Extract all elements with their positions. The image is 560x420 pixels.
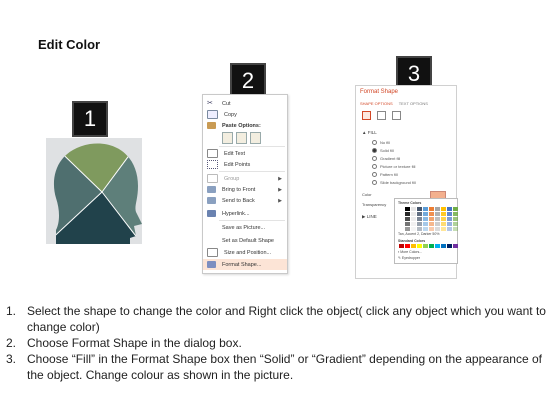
palette-tooltip: Tan, Accent 2, Darker 50% [398,232,440,236]
size-properties-icon[interactable] [392,111,401,120]
menu-item-send-to-back[interactable]: Send to Back ▶ [203,195,287,206]
fill-section-header[interactable]: ▲ FILL [362,130,377,135]
more-colors-item[interactable]: ▪ More Colors... [398,250,422,254]
radio-slide-background-fill[interactable]: Slide background fill [372,180,416,185]
instruction-step-3: 3. Choose “Fill” in the Format Shape box … [6,352,542,382]
size-icon [207,248,218,257]
theme-color-row[interactable] [399,212,458,216]
send-back-icon [207,197,216,204]
edit-points-icon [207,160,218,169]
radio-gradient-fill[interactable]: Gradient fill [372,156,400,161]
copy-icon [207,110,218,119]
format-shape-icon [207,261,216,268]
format-category-icons [362,111,401,120]
paste-option-buttons[interactable] [222,132,261,144]
menu-item-edit-points[interactable]: Edit Points [203,159,287,170]
submenu-arrow-icon: ▶ [278,186,282,193]
head-shape-panel[interactable] [46,138,143,245]
menu-item-hyperlink[interactable]: Hyperlink... [203,208,287,219]
context-menu: ✂ Cut Copy Paste Options: Edit Text Edit… [202,94,288,274]
menu-item-size-position[interactable]: Size and Position... [203,247,287,258]
format-pane-title: Format Shape [360,89,399,95]
menu-item-format-shape[interactable]: Format Shape... [203,259,287,270]
radio-pattern-fill[interactable]: Pattern fill [372,172,398,177]
hyperlink-icon [207,210,216,217]
fill-line-icon[interactable] [362,111,371,120]
scissors-icon: ✂ [207,100,213,107]
menu-item-set-default-shape[interactable]: Set as Default Shape [203,235,287,246]
theme-color-row[interactable] [399,222,458,226]
standard-colors-label: Standard Colors [398,239,426,243]
line-section-header[interactable]: ▶ LINE [362,214,377,220]
theme-color-row[interactable] [399,217,458,221]
theme-color-row[interactable] [399,207,458,211]
page-title: Edit Color [38,37,101,52]
format-pane-tabs: SHAPE OPTIONS TEXT OPTIONS [360,101,428,106]
edit-text-icon [207,149,218,158]
bring-front-icon [207,186,216,193]
effects-icon[interactable] [377,111,386,120]
menu-item-group[interactable]: Group ▶ [203,173,287,184]
instruction-step-2: 2. Choose Format Shape in the dialog box. [6,336,242,350]
radio-picture-fill[interactable]: Picture or texture fill [372,164,415,169]
color-label: Color [362,192,372,197]
group-icon [207,174,218,183]
tab-text-options[interactable]: TEXT OPTIONS [399,101,428,106]
menu-item-save-as-picture[interactable]: Save as Picture... [203,222,287,233]
radio-no-fill[interactable]: No fill [372,140,390,145]
submenu-arrow-icon: ▶ [278,175,282,182]
theme-colors-label: Theme Colors [398,201,422,205]
step-badge-1: 1 [72,101,108,137]
menu-item-paste-options: Paste Options: [203,120,287,131]
radio-solid-fill[interactable]: Solid fill [372,148,394,153]
menu-item-edit-text[interactable]: Edit Text [203,148,287,159]
submenu-arrow-icon: ▶ [278,197,282,204]
clipboard-icon [207,122,216,129]
theme-color-row[interactable] [399,227,458,231]
menu-item-cut[interactable]: ✂ Cut [203,98,287,109]
eyedropper-item[interactable]: ✎ Eyedropper [398,256,420,260]
standard-color-row[interactable] [399,244,458,248]
tab-shape-options[interactable]: SHAPE OPTIONS [360,101,393,106]
menu-item-bring-to-front[interactable]: Bring to Front ▶ [203,184,287,195]
color-palette-dropdown: Theme Colors Tan, Accent 2, Darker 50% S… [394,198,458,264]
menu-item-copy[interactable]: Copy [203,109,287,120]
instruction-step-1: 1. Select the shape to change the color a… [6,304,546,334]
transparency-label: Transparency [362,202,387,207]
instruction-list: 1. Select the shape to change the color a… [6,303,546,383]
head-shape[interactable] [46,138,143,245]
